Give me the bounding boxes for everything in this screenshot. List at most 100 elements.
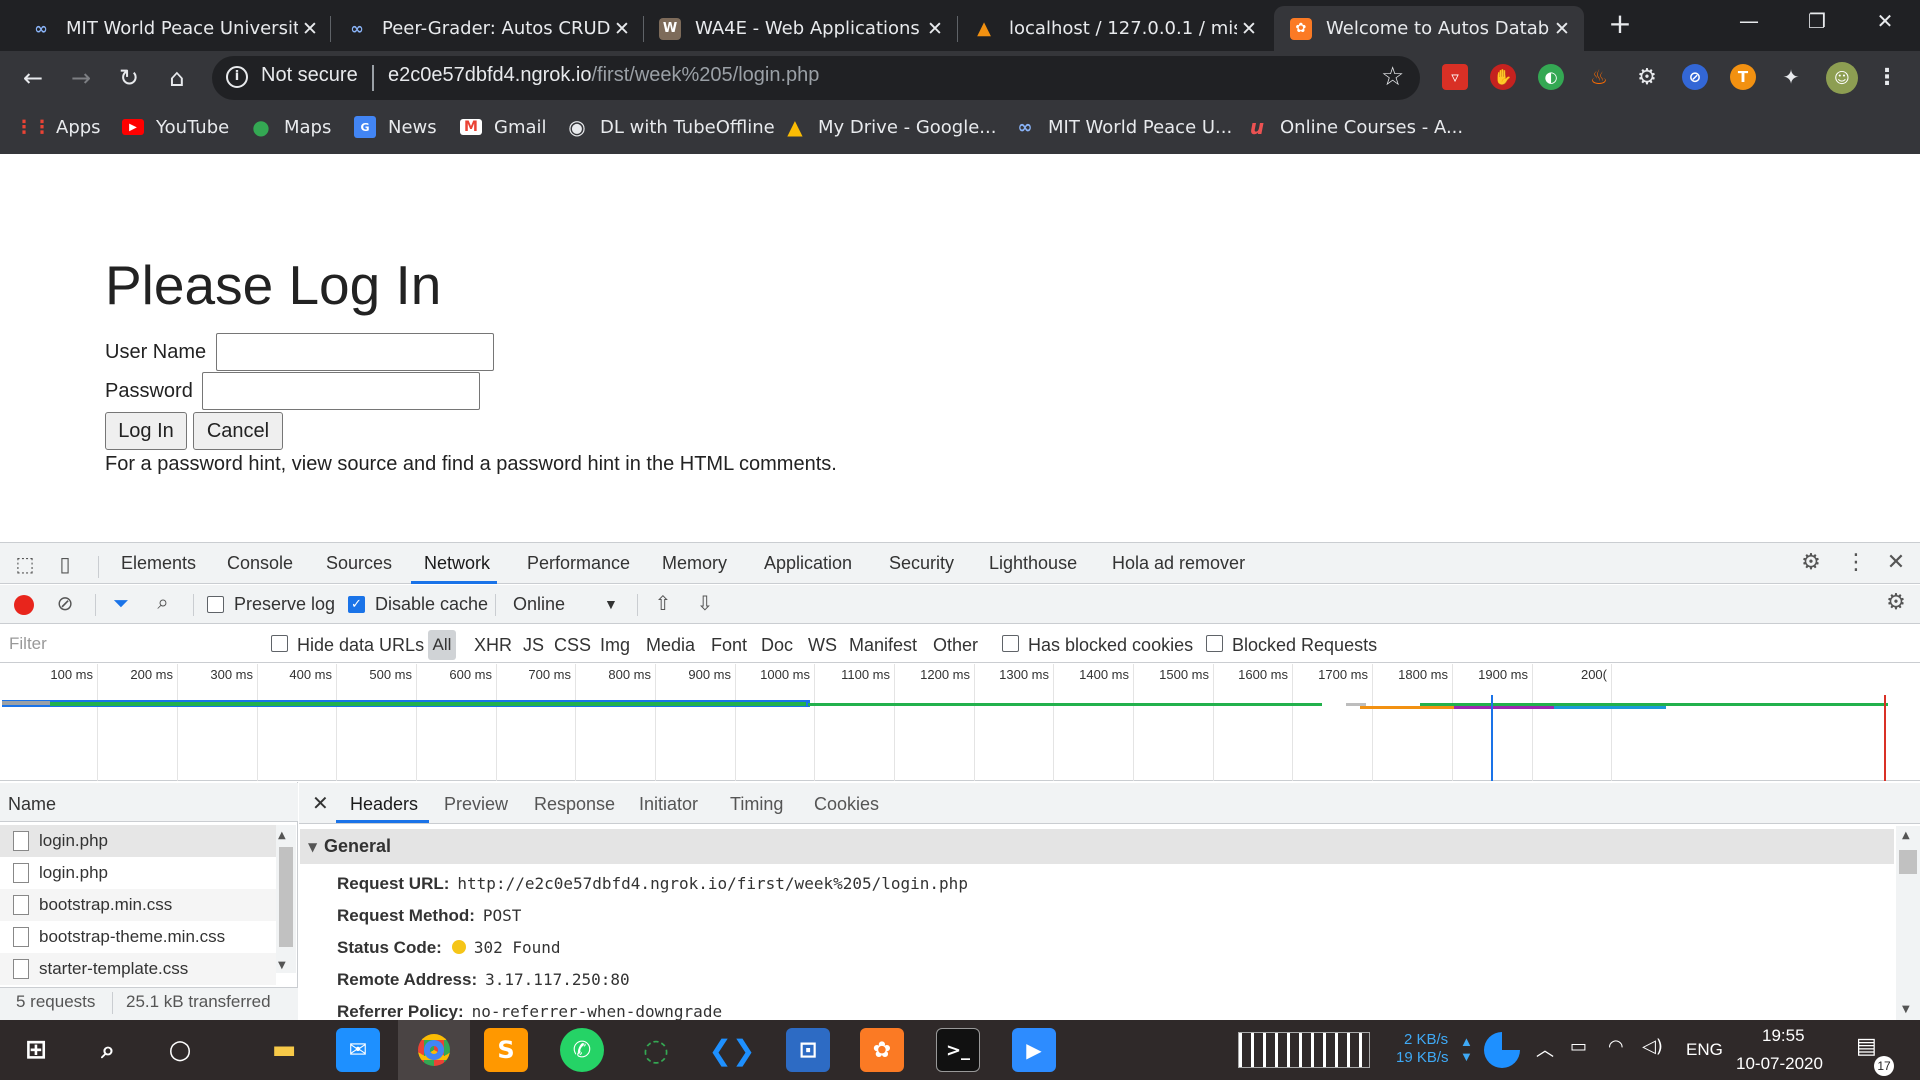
tab-mit-wpu[interactable]: ∞ MIT World Peace University ✕	[14, 6, 332, 51]
language-indicator[interactable]: ENG	[1686, 1040, 1723, 1060]
username-field[interactable]	[216, 333, 494, 371]
device-toolbar-icon[interactable]: ▯	[52, 552, 78, 576]
tab-wa4e[interactable]: W WA4E - Web Applications fo ✕	[643, 6, 957, 51]
chevron-down-icon[interactable]: ▼	[604, 596, 618, 612]
disable-cache-checkbox[interactable]: ✓	[348, 596, 365, 613]
back-button[interactable]: ←	[14, 59, 52, 97]
export-har-icon[interactable]: ⇩	[692, 591, 718, 615]
notifications-icon[interactable]: ▤	[1856, 1034, 1877, 1059]
xampp-taskbar-icon[interactable]: ✿	[860, 1028, 904, 1072]
chrome-taskbar-button[interactable]	[398, 1020, 470, 1080]
bookmark-news[interactable]: G News	[354, 114, 437, 140]
scroll-up-icon[interactable]: ▲	[1902, 830, 1910, 841]
bookmark-maps[interactable]: ● Maps	[250, 114, 331, 140]
tab-lighthouse[interactable]: Lighthouse	[989, 553, 1077, 574]
terminal-icon[interactable]: >_	[936, 1028, 980, 1072]
whatsapp-icon[interactable]: ✆	[560, 1028, 604, 1072]
zoom-icon[interactable]: ▶	[1012, 1028, 1056, 1072]
minimize-button[interactable]: —	[1720, 0, 1778, 42]
filter-funnel-icon[interactable]: ⏷	[108, 591, 134, 615]
forward-button[interactable]: →	[62, 59, 100, 97]
filter-type-font[interactable]: Font	[711, 635, 747, 656]
filter-type-other[interactable]: Other	[933, 635, 978, 656]
filter-type-js[interactable]: JS	[523, 635, 544, 656]
filter-type-all[interactable]: All	[428, 630, 456, 660]
app-window-icon[interactable]: ⊡	[786, 1028, 830, 1072]
filter-type-css[interactable]: CSS	[554, 635, 591, 656]
close-icon[interactable]: ✕	[923, 18, 947, 40]
wifi-icon[interactable]: ◠	[1608, 1036, 1624, 1057]
filter-type-manifest[interactable]: Manifest	[849, 635, 917, 656]
reload-button[interactable]: ↻	[110, 59, 148, 97]
login-button[interactable]: Log In	[105, 412, 187, 450]
vscode-icon[interactable]: ❮❯	[709, 1028, 756, 1072]
mail-icon[interactable]: ✉	[336, 1028, 380, 1072]
devtools-menu-icon[interactable]: ⋮	[1842, 550, 1870, 575]
volume-icon[interactable]: ◁)	[1642, 1036, 1663, 1057]
close-icon[interactable]: ✕	[610, 18, 634, 40]
bookmark-drive[interactable]: ▲ My Drive - Google...	[784, 114, 996, 140]
tab-timing[interactable]: Timing	[730, 794, 783, 815]
security-indicator[interactable]: Not secure	[261, 64, 358, 87]
close-icon[interactable]: ✕	[298, 18, 322, 40]
tab-performance[interactable]: Performance	[527, 553, 630, 574]
tab-console[interactable]: Console	[227, 553, 293, 574]
app-ring-icon[interactable]: ◌	[634, 1028, 678, 1072]
tab-network[interactable]: Network	[424, 553, 490, 574]
info-icon[interactable]: i	[226, 66, 248, 88]
search-icon[interactable]: ⌕	[150, 590, 176, 614]
tab-phpmyadmin[interactable]: ▲ localhost / 127.0.0.1 / misc ✕	[957, 6, 1271, 51]
adblock-extension-icon[interactable]: ✋	[1490, 64, 1516, 90]
cortana-icon[interactable]: ○	[158, 1028, 202, 1072]
tab-cookies[interactable]: Cookies	[814, 794, 879, 815]
tab-peer-grader[interactable]: ∞ Peer-Grader: Autos CRUD | ✕	[330, 6, 644, 51]
request-row[interactable]: login.php	[0, 857, 276, 889]
sublime-text-icon[interactable]: S	[484, 1028, 528, 1072]
password-field[interactable]	[202, 372, 480, 410]
bookmark-apps[interactable]: ⋮⋮ Apps	[15, 114, 101, 140]
bookmark-gmail[interactable]: M Gmail	[460, 114, 547, 140]
search-icon[interactable]: ⌕	[86, 1028, 130, 1072]
bookmark-tubeoffline[interactable]: ◉ DL with TubeOffline	[566, 114, 774, 140]
filter-type-img[interactable]: Img	[600, 635, 630, 656]
general-section-header[interactable]	[300, 829, 1894, 864]
tab-autos-database[interactable]: ✿ Welcome to Autos Databas ✕	[1274, 6, 1584, 51]
restore-button[interactable]: ❐	[1788, 0, 1846, 42]
filter-type-ws[interactable]: WS	[808, 635, 837, 656]
close-detail-icon[interactable]: ✕	[312, 791, 329, 815]
gear-extension-icon[interactable]: ⚙	[1634, 64, 1660, 90]
block-extension-icon[interactable]: ⊘	[1682, 64, 1708, 90]
record-icon[interactable]	[14, 595, 34, 615]
close-icon[interactable]: ✕	[1550, 18, 1574, 40]
hide-data-urls-checkbox[interactable]	[271, 635, 288, 652]
extension-icon[interactable]: ◐	[1538, 64, 1564, 90]
network-settings-gear-icon[interactable]: ⚙	[1882, 590, 1910, 615]
puzzle-extensions-icon[interactable]: ✦	[1778, 64, 1804, 90]
bookmark-youtube[interactable]: ▶ YouTube	[122, 114, 229, 140]
tab-memory[interactable]: Memory	[662, 553, 727, 574]
scroll-up-icon[interactable]: ▲	[278, 830, 286, 841]
clock-date[interactable]: 10-07-2020	[1736, 1054, 1823, 1074]
request-row[interactable]: bootstrap-theme.min.css	[0, 921, 276, 953]
settings-gear-icon[interactable]: ⚙	[1797, 550, 1825, 575]
tab-application[interactable]: Application	[764, 553, 852, 574]
clear-icon[interactable]: ⊘	[52, 591, 78, 615]
import-har-icon[interactable]: ⇧	[650, 591, 676, 615]
cancel-button[interactable]: Cancel	[193, 412, 283, 450]
filter-type-doc[interactable]: Doc	[761, 635, 793, 656]
inspect-element-icon[interactable]: ⬚	[12, 552, 38, 576]
has-blocked-cookies-checkbox[interactable]	[1002, 635, 1019, 652]
request-row[interactable]: bootstrap.min.css	[0, 889, 276, 921]
fire-extension-icon[interactable]: ♨	[1586, 64, 1612, 90]
tab-headers[interactable]: Headers	[350, 794, 418, 815]
url-text[interactable]: e2c0e57dbfd4.ngrok.io/first/week%205/log…	[388, 64, 819, 87]
scrollbar-thumb[interactable]	[1899, 850, 1917, 874]
scroll-down-icon[interactable]: ▼	[1902, 1004, 1910, 1015]
show-hidden-icons-icon[interactable]: ︿	[1536, 1036, 1554, 1062]
tab-response[interactable]: Response	[534, 794, 615, 815]
blocked-requests-checkbox[interactable]	[1206, 635, 1223, 652]
new-tab-button[interactable]: +	[1604, 8, 1636, 40]
tab-security[interactable]: Security	[889, 553, 954, 574]
bookmark-mit-wpu[interactable]: ∞ MIT World Peace U...	[1014, 114, 1233, 140]
throttling-select[interactable]: Online	[513, 594, 565, 615]
